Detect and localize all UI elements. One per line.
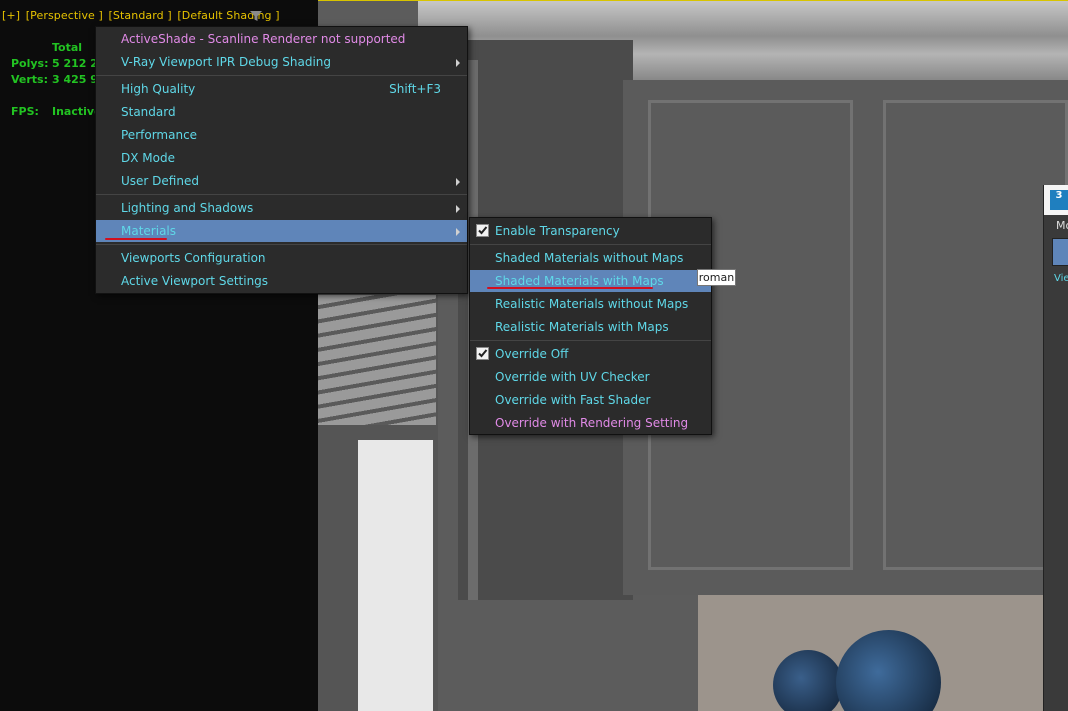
menu-item-label: Materials — [121, 224, 177, 238]
command-panel: 3 Mo View — [1043, 185, 1068, 711]
stats-verts-label: Verts: — [11, 73, 49, 86]
menu-item-activeshade[interactable]: ActiveShade - Scanline Renderer not supp… — [96, 28, 467, 50]
viewport-plus-menu[interactable]: [+] — [2, 9, 20, 22]
submenu-item-override-uv-checker[interactable]: Override with UV Checker — [470, 366, 711, 388]
menu-item-label: DX Mode — [121, 151, 175, 165]
menu-item-label: User Defined — [121, 174, 199, 188]
menu-item-label: Active Viewport Settings — [121, 274, 269, 288]
checkmark-icon — [476, 224, 489, 237]
tooltip: roman — [697, 269, 736, 286]
submenu-arrow-icon — [456, 59, 460, 67]
materials-submenu: Enable Transparency Shaded Materials wit… — [469, 217, 712, 435]
select-tool-button[interactable] — [1052, 238, 1068, 266]
menu-item-label: Shaded Materials with Maps — [495, 274, 664, 288]
menu-item-user-defined[interactable]: User Defined — [96, 170, 467, 192]
menu-item-label: High Quality — [121, 82, 196, 96]
filter-icon[interactable] — [249, 10, 263, 22]
menu-item-label: Override with Fast Shader — [495, 393, 651, 407]
menu-item-label: Realistic Materials with Maps — [495, 320, 669, 334]
menu-item-high-quality[interactable]: High Quality Shift+F3 — [96, 78, 467, 100]
annotation-underline-shaded-with-maps — [487, 287, 653, 289]
menu-item-label: Performance — [121, 128, 198, 142]
stats-verts-value: 3 425 9 — [52, 73, 98, 86]
submenu-item-shaded-without-maps[interactable]: Shaded Materials without Maps — [470, 247, 711, 269]
submenu-item-override-rendering-setting[interactable]: Override with Rendering Setting — [470, 412, 711, 434]
menu-item-lighting-shadows[interactable]: Lighting and Shadows — [96, 197, 467, 219]
cabinet-door-right — [883, 100, 1068, 570]
panel-label: Mo — [1056, 219, 1068, 232]
menu-item-performance[interactable]: Performance — [96, 124, 467, 146]
viewport-shading-menu[interactable]: [Default Shading ] — [177, 9, 279, 22]
menu-item-label: Viewports Configuration — [121, 251, 266, 265]
menu-item-label: Override Off — [495, 347, 569, 361]
stats-total-label: Total — [52, 41, 83, 54]
menu-item-shortcut: Shift+F3 — [389, 82, 441, 96]
annotation-underline-materials — [105, 238, 167, 240]
submenu-item-realistic-without-maps[interactable]: Realistic Materials without Maps — [470, 293, 711, 315]
menu-item-label: Realistic Materials without Maps — [495, 297, 689, 311]
menu-item-label: ActiveShade - Scanline Renderer not supp… — [121, 32, 406, 46]
menu-separator — [470, 244, 711, 245]
menu-item-viewports-config[interactable]: Viewports Configuration — [96, 247, 467, 269]
viewport-header: [+] [Perspective ] [Standard ] [Default … — [2, 9, 282, 22]
viewport-standard-menu[interactable]: [Standard ] — [109, 9, 172, 22]
submenu-item-realistic-with-maps[interactable]: Realistic Materials with Maps — [470, 316, 711, 338]
checkmark-icon — [476, 347, 489, 360]
submenu-arrow-icon — [456, 205, 460, 213]
app-logo-icon: 3 — [1050, 190, 1068, 210]
stats-fps-label: FPS: — [11, 105, 39, 118]
active-viewport-border — [318, 0, 1068, 6]
menu-separator — [96, 244, 467, 245]
menu-item-dx-mode[interactable]: DX Mode — [96, 147, 467, 169]
menu-item-label: Override with Rendering Setting — [495, 416, 689, 430]
menu-item-standard[interactable]: Standard — [96, 101, 467, 123]
roman-blind — [318, 295, 436, 425]
menu-item-label: V-Ray Viewport IPR Debug Shading — [121, 55, 332, 69]
menu-item-label: Standard — [121, 105, 176, 119]
submenu-item-override-fast-shader[interactable]: Override with Fast Shader — [470, 389, 711, 411]
window-light — [358, 440, 433, 711]
submenu-item-override-off[interactable]: Override Off — [470, 343, 711, 365]
panel-view-label[interactable]: View — [1054, 273, 1068, 284]
stats-polys-label: Polys: — [11, 57, 49, 70]
menu-item-label: Enable Transparency — [495, 224, 620, 238]
viewport-shading-menu-popup: ActiveShade - Scanline Renderer not supp… — [95, 26, 468, 294]
menu-separator — [96, 194, 467, 195]
submenu-item-enable-transparency[interactable]: Enable Transparency — [470, 220, 711, 242]
menu-item-label: Lighting and Shadows — [121, 201, 254, 215]
menu-item-label: Shaded Materials without Maps — [495, 251, 684, 265]
viewport-perspective-menu[interactable]: [Perspective ] — [26, 9, 103, 22]
menu-item-vray-ipr[interactable]: V-Ray Viewport IPR Debug Shading — [96, 51, 467, 73]
menu-separator — [470, 340, 711, 341]
submenu-arrow-icon — [456, 228, 460, 236]
submenu-arrow-icon — [456, 178, 460, 186]
menu-separator — [96, 75, 467, 76]
menu-item-label: Override with UV Checker — [495, 370, 650, 384]
menu-item-active-viewport-settings[interactable]: Active Viewport Settings — [96, 270, 467, 292]
blue-plate-1 — [773, 650, 843, 711]
